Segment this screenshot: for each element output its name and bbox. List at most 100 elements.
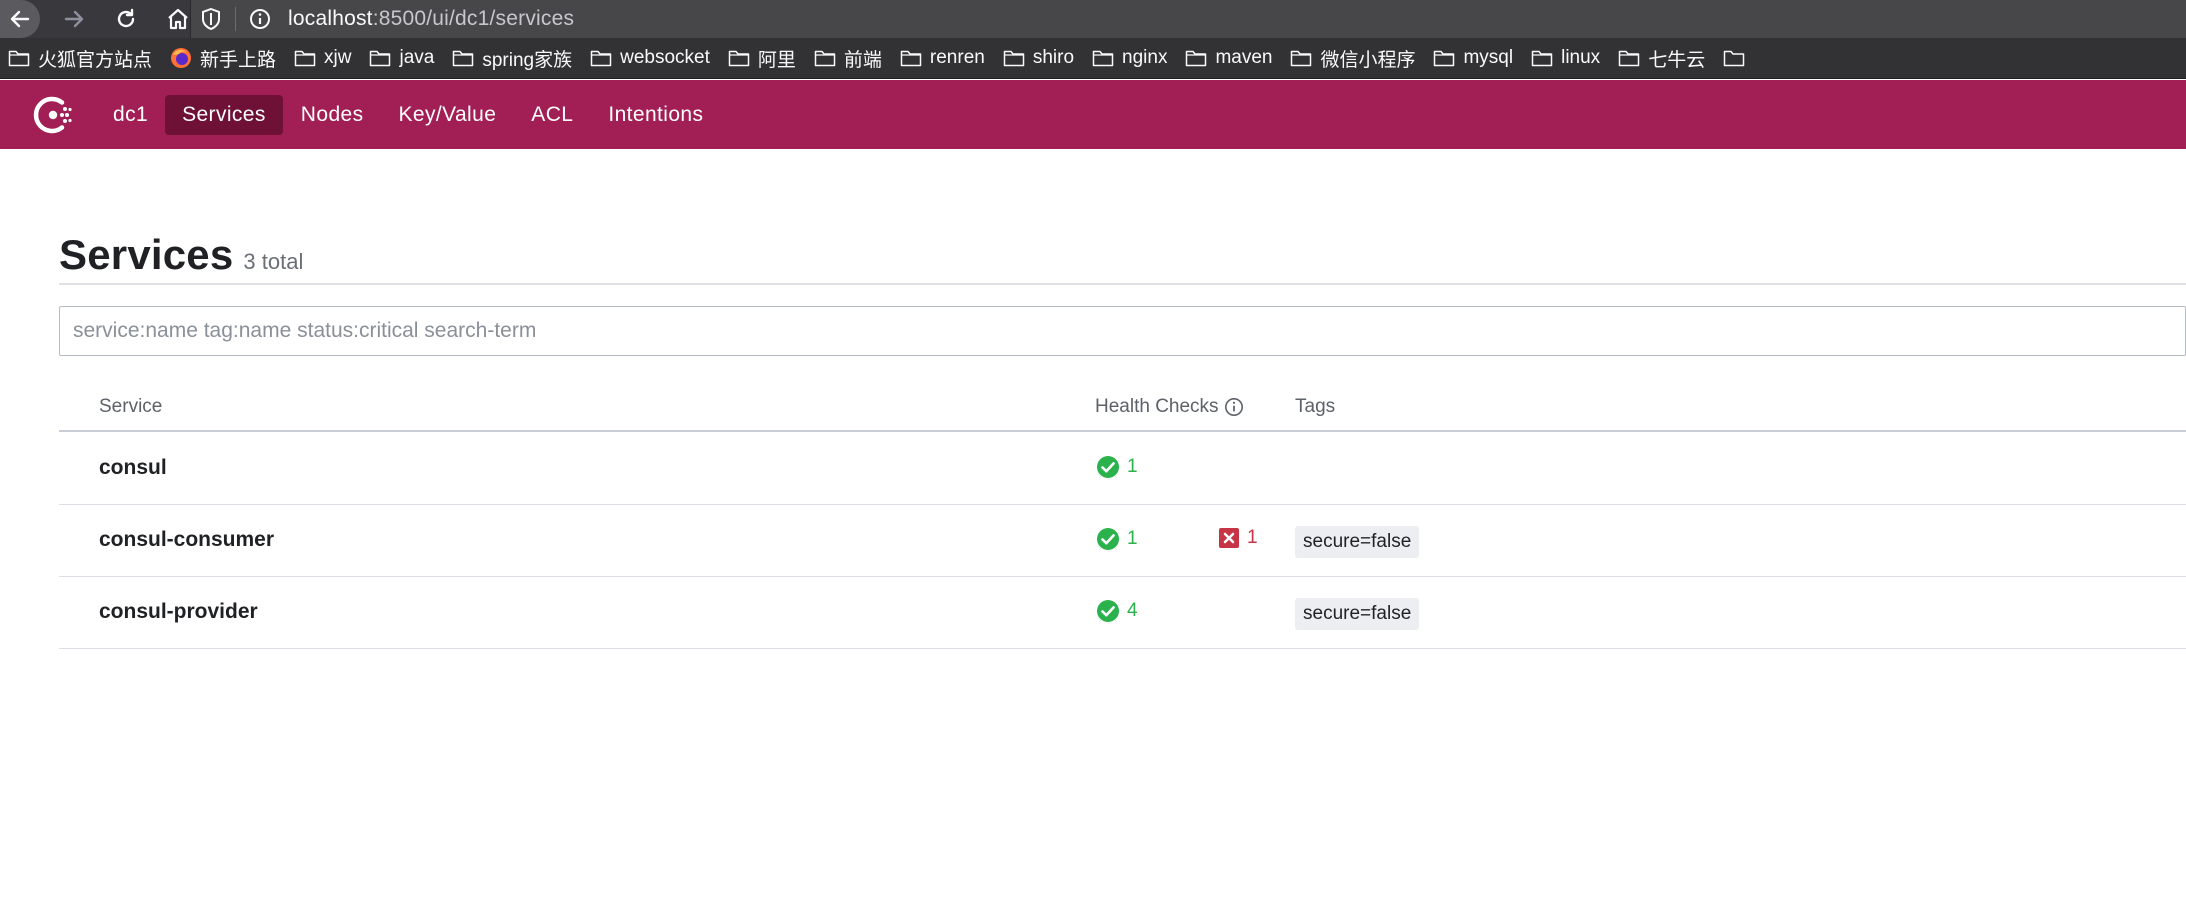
search-input[interactable] bbox=[59, 306, 2186, 356]
folder-icon bbox=[370, 50, 391, 67]
folder-icon bbox=[453, 50, 474, 67]
bookmark-label: nginx bbox=[1122, 47, 1168, 68]
bookmark-label: spring家族 bbox=[482, 49, 573, 71]
datacenter-selector[interactable]: dc1 bbox=[96, 95, 165, 135]
folder-icon bbox=[8, 50, 30, 67]
service-tag: secure=false bbox=[1295, 598, 1420, 630]
bookmark-label: java bbox=[399, 47, 435, 68]
bookmark-item[interactable]: xjw bbox=[294, 47, 351, 69]
service-name-link[interactable]: consul bbox=[99, 456, 167, 480]
bookmark-item[interactable]: spring家族 bbox=[452, 45, 572, 72]
health-passing: 4 bbox=[1096, 599, 1138, 623]
info-icon[interactable] bbox=[1224, 397, 1244, 417]
folder-icon bbox=[814, 50, 836, 67]
bookmark-item[interactable]: mysql bbox=[1433, 47, 1513, 69]
tracking-shield-icon[interactable] bbox=[191, 8, 231, 30]
home-icon bbox=[168, 8, 188, 30]
bookmark-label: mysql bbox=[1463, 47, 1514, 68]
bookmark-item[interactable]: 火狐官方站点 bbox=[8, 45, 152, 72]
bookmark-item[interactable]: 七牛云 bbox=[1618, 45, 1705, 72]
bookmark-item[interactable]: 新手上路 bbox=[170, 45, 276, 72]
critical-x-icon bbox=[1219, 528, 1239, 548]
bookmark-label: xjw bbox=[324, 47, 352, 68]
bookmark-label: renren bbox=[929, 47, 985, 68]
url-path: :8500/ui/dc1/services bbox=[372, 7, 575, 30]
bookmark-item[interactable]: maven bbox=[1185, 47, 1272, 69]
folder-icon bbox=[1003, 50, 1025, 67]
folder-icon bbox=[1723, 50, 1745, 67]
folder-icon bbox=[590, 50, 612, 67]
column-header-health-checks[interactable]: Health Checks bbox=[1095, 396, 1244, 418]
health-passing: 1 bbox=[1096, 527, 1138, 551]
forward-button[interactable] bbox=[48, 0, 100, 38]
reload-button[interactable] bbox=[100, 0, 152, 38]
passing-count: 1 bbox=[1127, 528, 1138, 549]
table-row[interactable]: consul-provider 4 secure=false bbox=[59, 577, 2186, 649]
bookmark-label: 火狐官方站点 bbox=[38, 49, 153, 71]
folder-icon bbox=[1531, 50, 1553, 67]
bookmark-item[interactable]: websocket bbox=[590, 47, 710, 69]
critical-count: 1 bbox=[1247, 527, 1258, 548]
page-title: Services bbox=[59, 231, 234, 278]
passing-count: 4 bbox=[1127, 600, 1138, 621]
bookmark-item[interactable]: renren bbox=[900, 47, 985, 69]
table-row[interactable]: consul 1 bbox=[59, 433, 2186, 505]
health-critical: 1 bbox=[1218, 527, 1258, 549]
bookmark-label: 新手上路 bbox=[200, 49, 277, 71]
bookmark-item[interactable]: nginx bbox=[1092, 47, 1167, 69]
folder-icon bbox=[294, 50, 316, 67]
bookmark-item[interactable]: 阿里 bbox=[728, 45, 796, 72]
bookmark-item[interactable]: 微信小程序 bbox=[1290, 45, 1415, 72]
bookmark-item[interactable]: shiro bbox=[1003, 47, 1074, 69]
bookmark-label: websocket bbox=[620, 47, 710, 68]
folder-icon bbox=[1186, 50, 1207, 67]
services-total-count: 3 total bbox=[243, 249, 304, 274]
nav-item-intentions[interactable]: Intentions bbox=[591, 95, 720, 135]
column-header-health-checks-label: Health Checks bbox=[1095, 396, 1219, 417]
folder-icon bbox=[728, 50, 750, 67]
url-text[interactable]: localhost:8500/ui/dc1/services bbox=[288, 7, 574, 31]
service-tag: secure=false bbox=[1295, 526, 1420, 558]
bookmark-item[interactable]: linux bbox=[1531, 47, 1600, 69]
url-separator bbox=[235, 7, 236, 31]
back-button[interactable] bbox=[0, 0, 40, 38]
bookmark-label: 阿里 bbox=[757, 49, 796, 71]
firefox-icon bbox=[171, 48, 192, 68]
column-header-tags[interactable]: Tags bbox=[1295, 396, 1335, 418]
nav-item-acl[interactable]: ACL bbox=[514, 95, 590, 135]
consul-header: dc1 Services Nodes Key/Value ACL Intentions bbox=[0, 80, 2186, 149]
address-bar[interactable]: localhost:8500/ui/dc1/services bbox=[190, 0, 2186, 38]
reload-icon bbox=[117, 8, 135, 28]
service-name-link[interactable]: consul-provider bbox=[99, 600, 258, 624]
folder-icon bbox=[1434, 50, 1455, 67]
column-header-service[interactable]: Service bbox=[99, 396, 162, 418]
title-divider bbox=[59, 283, 2186, 285]
nav-item-services[interactable]: Services bbox=[165, 94, 283, 135]
consul-logo-icon[interactable] bbox=[22, 93, 86, 137]
site-info-icon[interactable] bbox=[240, 8, 280, 30]
nav-item-nodes[interactable]: Nodes bbox=[284, 95, 381, 135]
passing-check-icon bbox=[1097, 600, 1119, 622]
title-row: Services 3 total bbox=[59, 231, 303, 279]
folder-icon bbox=[1618, 50, 1640, 67]
nav-item-key-value[interactable]: Key/Value bbox=[382, 95, 514, 135]
bookmark-label: linux bbox=[1561, 47, 1601, 68]
forward-arrow-icon bbox=[64, 10, 84, 28]
main-nav: Services Nodes Key/Value ACL Intentions bbox=[165, 94, 721, 135]
passing-check-icon bbox=[1097, 456, 1119, 478]
bookmark-label: 前端 bbox=[843, 49, 882, 71]
back-arrow-icon bbox=[10, 10, 30, 28]
health-passing: 1 bbox=[1096, 455, 1138, 479]
bookmark-item[interactable]: java bbox=[369, 47, 434, 69]
table-header: Service Health Checks Tags bbox=[59, 386, 2186, 432]
folder-icon bbox=[1092, 50, 1114, 67]
bookmark-label: 七牛云 bbox=[1648, 49, 1706, 71]
bookmark-item[interactable]: 前端 bbox=[814, 45, 882, 72]
bookmark-label: shiro bbox=[1032, 47, 1075, 68]
bookmark-label: maven bbox=[1215, 47, 1273, 68]
folder-icon bbox=[1291, 50, 1312, 67]
bookmark-overflow-folder[interactable] bbox=[1723, 49, 1753, 67]
table-row[interactable]: consul-consumer 1 1 secure=false bbox=[59, 505, 2186, 577]
bookmarks-bar: 火狐官方站点 新手上路 xjw java spring家族 websocket 阿里 前端 re… bbox=[0, 38, 2186, 79]
service-name-link[interactable]: consul-consumer bbox=[99, 528, 274, 552]
